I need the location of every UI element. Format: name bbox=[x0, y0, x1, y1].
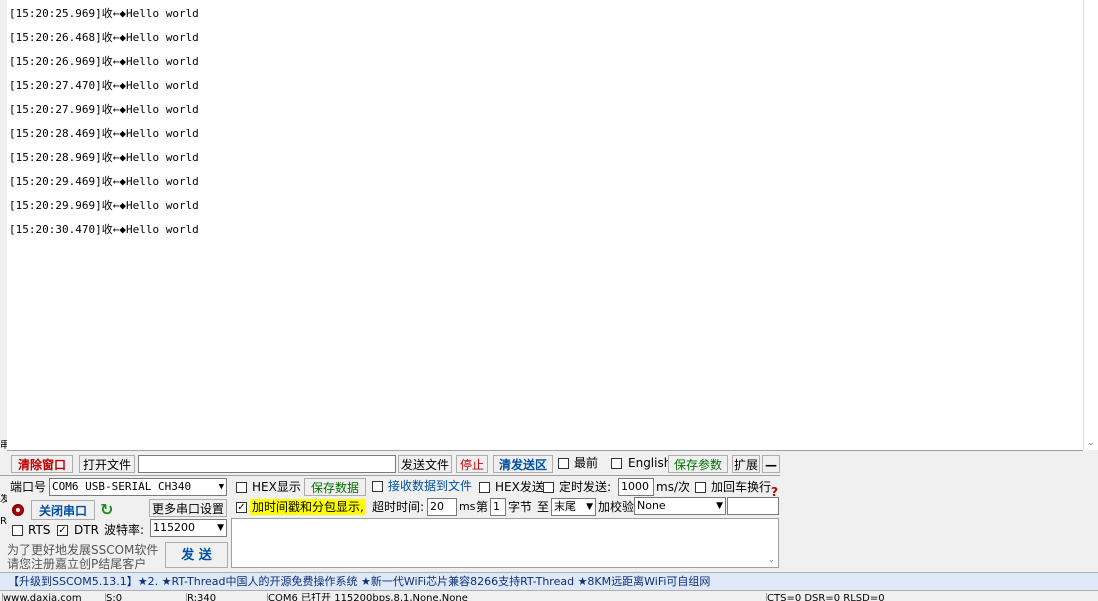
send-button[interactable]: 发 送 bbox=[165, 542, 228, 568]
port-select-value: COM6 USB-SERIAL CH340 bbox=[52, 480, 192, 493]
chevron-down-icon[interactable]: ⌄ bbox=[1087, 438, 1095, 448]
receive-line: [15:20:27.969]收←◆Hello world bbox=[9, 103, 199, 116]
baud-label: 波特率: bbox=[104, 523, 145, 537]
nth-byte-input[interactable]: 1 bbox=[490, 498, 506, 516]
expand-button[interactable]: 扩展 bbox=[732, 455, 760, 473]
hex-display-checkbox[interactable] bbox=[236, 482, 247, 493]
news-ticker[interactable]: 【升级到SSCOM5.13.1】★2. ★RT-Thread中国人的开源免费操作… bbox=[0, 572, 1098, 591]
timed-send-label: 定时发送: bbox=[559, 480, 612, 494]
open-file-button[interactable]: 打开文件 bbox=[79, 455, 135, 473]
add-crlf-label: 加回车换行 bbox=[711, 480, 772, 494]
checksum-label: 加校验 bbox=[598, 500, 635, 514]
topmost-checkbox[interactable] bbox=[558, 458, 569, 469]
close-port-button[interactable]: 关闭串口 bbox=[31, 500, 95, 520]
receive-text-area[interactable]: [15:20:25.969]收←◆Hello world [15:20:26.4… bbox=[7, 0, 1083, 451]
receive-line: [15:20:29.969]收←◆Hello world bbox=[9, 199, 199, 212]
receive-line: [15:20:26.969]收←◆Hello world bbox=[9, 55, 199, 68]
topmost-label: 最前 bbox=[574, 456, 599, 470]
checksum-select-value: None bbox=[637, 499, 666, 512]
news-ticker-text: 【升级到SSCOM5.13.1】★2. ★RT-Thread中国人的开源免费操作… bbox=[8, 575, 711, 588]
dtr-checkbox[interactable]: ✓ bbox=[57, 525, 68, 536]
end-select[interactable]: 末尾 ▼ bbox=[551, 498, 596, 516]
checksum-select[interactable]: None ▼ bbox=[634, 497, 726, 515]
end-select-value: 末尾 bbox=[554, 500, 576, 513]
receive-scrollbar[interactable]: ⌄ bbox=[1083, 0, 1098, 450]
english-label: English bbox=[628, 456, 672, 470]
divider bbox=[0, 475, 780, 476]
timestamp-label: 加时间戳和分包显示, bbox=[250, 499, 366, 515]
clear-window-button[interactable]: 清除窗口 bbox=[11, 455, 73, 473]
port-status-icon bbox=[12, 504, 24, 516]
rts-label: RTS bbox=[28, 523, 51, 537]
receive-line: [15:20:29.469]收←◆Hello world bbox=[9, 175, 199, 188]
dropdown-arrow-icon: ▼ bbox=[218, 482, 224, 492]
rts-checkbox[interactable] bbox=[12, 525, 23, 536]
dropdown-arrow-icon: ▼ bbox=[716, 501, 723, 511]
checksum-extra-field[interactable] bbox=[727, 497, 779, 515]
hex-send-label: HEX发送 bbox=[495, 480, 544, 494]
timestamp-checkbox[interactable]: ✓ bbox=[236, 502, 247, 513]
status-website[interactable]: www.daxia.com bbox=[2, 593, 103, 601]
status-signal-lines: CTS=0 DSR=0 RLSD=0 bbox=[766, 593, 1097, 601]
dropdown-arrow-icon: ▼ bbox=[586, 502, 593, 512]
timeout-unit: ms bbox=[459, 500, 476, 513]
receive-lines: [15:20:25.969]收←◆Hello world [15:20:26.4… bbox=[9, 6, 199, 246]
recv-to-file-label: 接收数据到文件 bbox=[388, 479, 473, 493]
to-label: 至 bbox=[537, 500, 550, 514]
receive-line: [15:20:30.470]收←◆Hello world bbox=[9, 223, 199, 236]
interval-input[interactable]: 1000 bbox=[618, 478, 654, 496]
port-label: 端口号 bbox=[10, 480, 47, 494]
hex-send-checkbox[interactable] bbox=[479, 482, 490, 493]
file-path-input[interactable] bbox=[138, 455, 396, 473]
timeout-input[interactable]: 20 bbox=[427, 498, 457, 516]
baud-select-value: 115200 bbox=[153, 521, 195, 534]
interval-unit: ms/次 bbox=[656, 480, 690, 494]
hex-display-label: HEX显示 bbox=[252, 480, 301, 494]
stop-button[interactable]: 停止 bbox=[456, 455, 488, 473]
send-file-button[interactable]: 发送文件 bbox=[398, 455, 452, 473]
add-crlf-checkbox[interactable] bbox=[695, 482, 706, 493]
timeout-label: 超时时间: bbox=[372, 500, 425, 514]
save-data-button[interactable]: 保存数据 bbox=[304, 478, 366, 496]
english-checkbox[interactable] bbox=[611, 458, 622, 469]
receive-line: [15:20:26.468]收←◆Hello world bbox=[9, 31, 199, 44]
nth-label: 第 bbox=[476, 500, 489, 514]
status-port-info: COM6 已打开 115200bps,8,1,None,None bbox=[267, 593, 764, 601]
byte-label: 字节 bbox=[508, 500, 533, 514]
receive-line: [15:20:27.470]收←◆Hello world bbox=[9, 79, 199, 92]
status-bar: www.daxia.com S:0 R:340 COM6 已打开 115200b… bbox=[0, 591, 1098, 601]
send-text-area[interactable]: ⌄ bbox=[231, 518, 779, 568]
status-recv-count: R:340 bbox=[186, 593, 265, 601]
clear-send-button[interactable]: 清发送区 bbox=[493, 455, 553, 473]
dropdown-arrow-icon: ▼ bbox=[217, 523, 224, 533]
receive-line: [15:20:25.969]收←◆Hello world bbox=[9, 7, 199, 20]
save-params-button[interactable]: 保存参数 bbox=[668, 455, 728, 473]
dtr-label: DTR bbox=[74, 523, 99, 537]
port-select[interactable]: COM6 USB-SERIAL CH340 ▼ bbox=[49, 478, 227, 496]
refresh-icon[interactable]: ↻ bbox=[100, 502, 113, 518]
status-sent-count: S:0 bbox=[105, 593, 184, 601]
left-strip-char: R bbox=[0, 516, 7, 527]
collapse-button[interactable]: — bbox=[762, 455, 780, 473]
baud-select[interactable]: 115200 ▼ bbox=[150, 519, 227, 537]
left-strip-char: 串 bbox=[0, 440, 7, 451]
promo-line-2: 请您注册嘉立创P结尾客户 bbox=[7, 557, 147, 571]
receive-line: [15:20:28.469]收←◆Hello world bbox=[9, 127, 199, 140]
receive-line: [15:20:28.969]收←◆Hello world bbox=[9, 151, 199, 164]
recv-to-file-checkbox[interactable] bbox=[372, 481, 383, 492]
timed-send-checkbox[interactable] bbox=[543, 482, 554, 493]
left-strip-char: 发 bbox=[0, 494, 7, 505]
more-port-settings-button[interactable]: 更多串口设置 bbox=[149, 499, 227, 517]
chevron-down-icon[interactable]: ⌄ bbox=[767, 555, 775, 565]
